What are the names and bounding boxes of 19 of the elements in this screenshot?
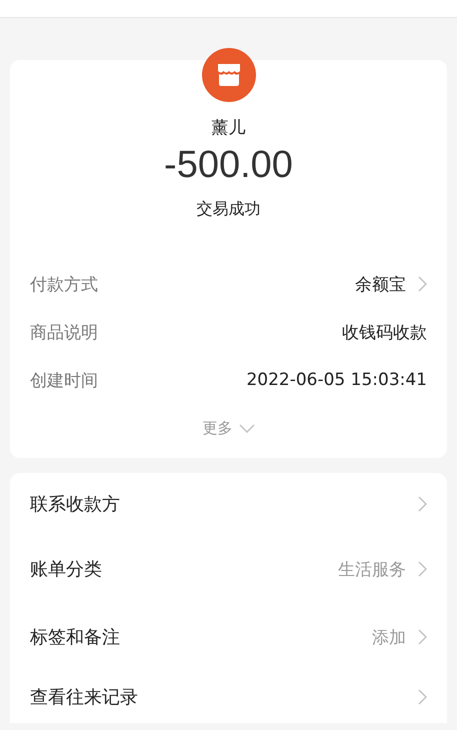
chevron-right-icon bbox=[418, 276, 427, 292]
payee-name: 薰儿 bbox=[212, 117, 246, 139]
chevron-right-icon bbox=[418, 496, 427, 512]
action-row[interactable]: 账单分类 生活服务 bbox=[30, 535, 427, 603]
amount: -500.00 bbox=[164, 143, 293, 187]
detail-label: 创建时间 bbox=[30, 370, 98, 392]
detail-label: 商品说明 bbox=[30, 322, 98, 344]
action-row[interactable]: 联系收款方 bbox=[30, 473, 427, 535]
action-row[interactable]: 查看往来记录 bbox=[30, 671, 427, 723]
detail-value: 收钱码收款 bbox=[342, 322, 427, 344]
chevron-right-icon bbox=[418, 689, 427, 705]
detail-label: 付款方式 bbox=[30, 274, 98, 296]
chevron-down-icon bbox=[238, 424, 254, 432]
detail-value: 余额宝 bbox=[355, 274, 406, 296]
detail-value: 2022-06-05 15:03:41 bbox=[246, 370, 427, 390]
transaction-status: 交易成功 bbox=[196, 199, 260, 220]
action-row[interactable]: 标签和备注 添加 bbox=[30, 603, 427, 671]
chevron-right-icon bbox=[418, 561, 427, 577]
chevron-right-icon bbox=[418, 629, 427, 645]
